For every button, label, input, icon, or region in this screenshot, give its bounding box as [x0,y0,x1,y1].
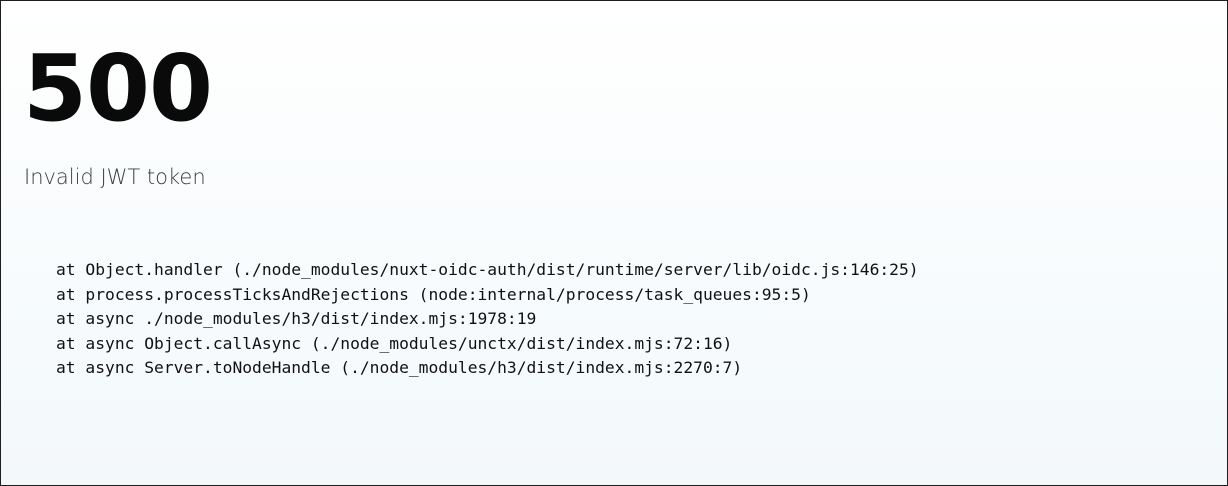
stack-trace-line: at process.processTicksAndRejections (no… [56,284,811,304]
stack-trace-line: at Object.handler (./node_modules/nuxt-o… [56,260,919,279]
error-message: Invalid JWT token [24,165,206,189]
status-code: 500 [23,35,213,142]
stack-trace-line: at async Object.callAsync (./node_module… [56,333,733,353]
stack-trace: at Object.handler (./node_modules/nuxt-o… [56,258,919,381]
stack-trace-line: at async ./node_modules/h3/dist/index.mj… [56,309,537,329]
stack-trace-line: at async Server.toNodeHandle (./node_mod… [56,358,743,378]
error-page: 500 Invalid JWT token at Object.handler … [23,1,1207,485]
